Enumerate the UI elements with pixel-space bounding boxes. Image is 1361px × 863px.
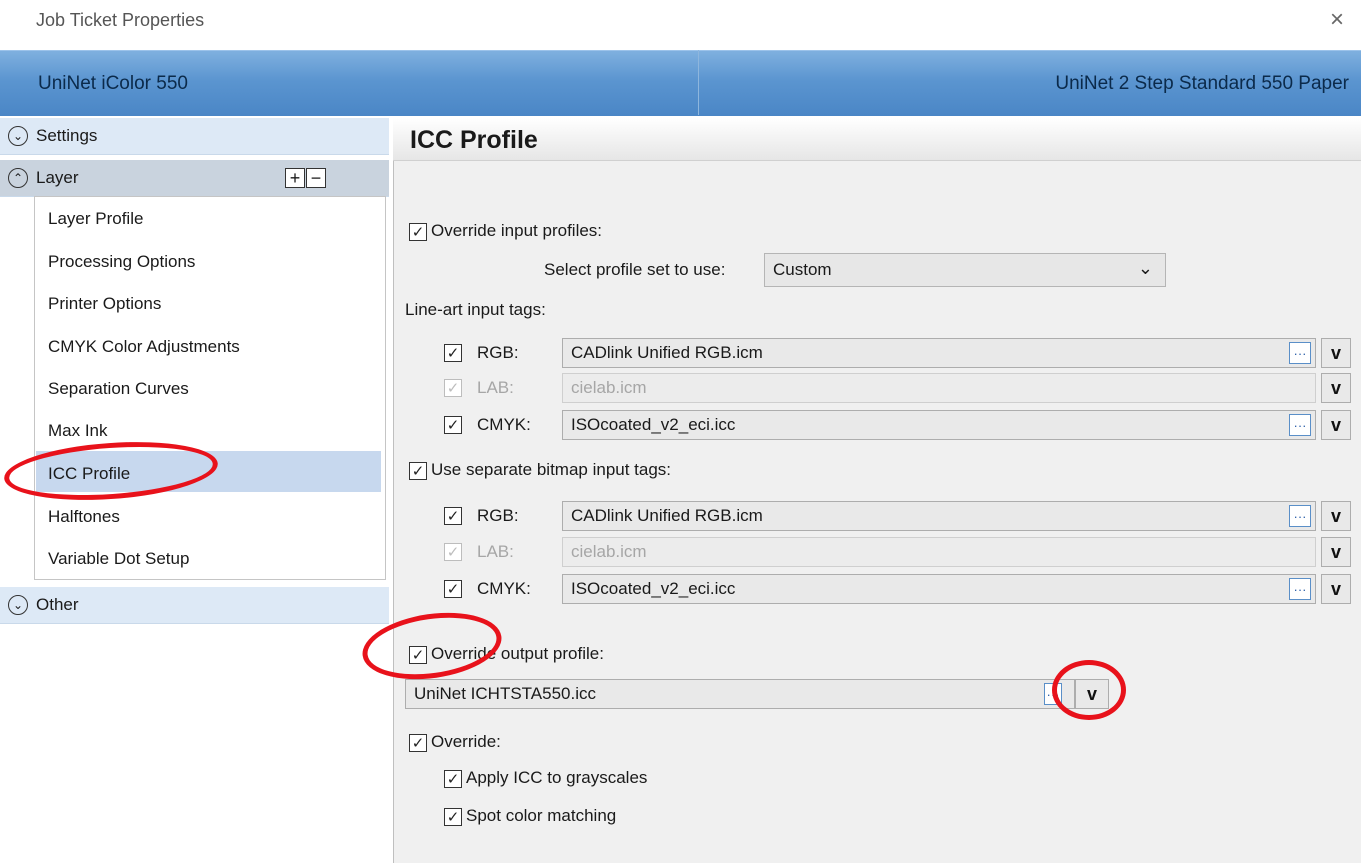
lineart-lab-value: cielab.icm [571, 378, 647, 397]
nav-item-printer-options[interactable]: Printer Options [48, 294, 161, 314]
bitmap-rgb-checkbox[interactable]: ✓ [444, 507, 462, 525]
lineart-cmyk-dropdown-button[interactable]: v [1321, 410, 1351, 440]
bitmap-cmyk-tag: CMYK: [477, 579, 531, 598]
chevron-down-circle-icon: ⌄ [8, 126, 28, 146]
bitmap-cmyk-checkbox[interactable]: ✓ [444, 580, 462, 598]
override-output-checkbox[interactable]: ✓ [409, 646, 427, 664]
output-profile-value: UniNet ICHTSTA550.icc [414, 684, 597, 703]
nav-group-other[interactable]: ⌄ Other [0, 587, 389, 624]
output-profile-field[interactable]: UniNet ICHTSTA550.icc [405, 679, 1075, 709]
close-icon[interactable]: × [1330, 6, 1344, 34]
nav-item-separation-curves[interactable]: Separation Curves [48, 379, 189, 399]
profile-set-select[interactable]: Custom ⌄ [764, 253, 1166, 287]
nav-other-label: Other [36, 595, 79, 614]
bitmap-lab-tag: LAB: [477, 542, 514, 561]
lineart-lab-checkbox[interactable]: ✓ [444, 379, 462, 397]
nav-settings-label: Settings [36, 126, 98, 145]
override-output-label: Override output profile: [431, 644, 604, 663]
nav-item-processing-options[interactable]: Processing Options [48, 252, 195, 272]
lineart-rgb-field[interactable]: CADlink Unified RGB.icm [562, 338, 1316, 368]
nav-item-halftones[interactable]: Halftones [48, 507, 120, 527]
spot-color-matching-checkbox[interactable]: ✓ [444, 808, 462, 826]
bitmap-rgb-dropdown-button[interactable]: v [1321, 501, 1351, 531]
bitmap-rgb-browse-button[interactable]: ··· [1289, 505, 1311, 527]
nav-item-layer-profile[interactable]: Layer Profile [48, 209, 143, 229]
page-title: ICC Profile [410, 126, 538, 154]
output-profile-browse-button[interactable]: ··· [1044, 683, 1062, 705]
lineart-cmyk-value: ISOcoated_v2_eci.icc [571, 415, 736, 434]
nav-group-settings[interactable]: ⌄ Settings [0, 118, 389, 155]
lineart-rgb-checkbox[interactable]: ✓ [444, 344, 462, 362]
lineart-cmyk-field[interactable]: ISOcoated_v2_eci.icc [562, 410, 1316, 440]
lineart-cmyk-tag: CMYK: [477, 415, 531, 434]
bitmap-rgb-value: CADlink Unified RGB.icm [571, 506, 763, 525]
lineart-rgb-tag: RGB: [477, 343, 519, 362]
remove-layer-button[interactable]: − [306, 168, 326, 188]
chevron-down-icon: ⌄ [1137, 258, 1153, 278]
window-title: Job Ticket Properties [36, 10, 205, 30]
printer-name[interactable]: UniNet iColor 550 [38, 73, 188, 95]
bitmap-lab-dropdown-button[interactable]: v [1321, 537, 1351, 567]
apply-icc-grayscales-label: Apply ICC to grayscales [466, 768, 648, 787]
lineart-cmyk-browse-button[interactable]: ··· [1289, 414, 1311, 436]
spot-color-matching-label: Spot color matching [466, 806, 617, 825]
profile-name[interactable]: UniNet 2 Step Standard 550 Paper [1055, 73, 1349, 95]
bitmap-rgb-field[interactable]: CADlink Unified RGB.icm [562, 501, 1316, 531]
lineart-lab-dropdown-button[interactable]: v [1321, 373, 1351, 403]
bitmap-cmyk-field[interactable]: ISOcoated_v2_eci.icc [562, 574, 1316, 604]
override-checkbox[interactable]: ✓ [409, 734, 427, 752]
panel-title-bar [393, 118, 1361, 161]
lineart-tags-label: Line-art input tags: [405, 300, 546, 319]
chevron-up-circle-icon: ⌃ [8, 168, 28, 188]
lineart-rgb-value: CADlink Unified RGB.icm [571, 343, 763, 362]
bitmap-cmyk-browse-button[interactable]: ··· [1289, 578, 1311, 600]
override-label: Override: [431, 732, 501, 751]
bitmap-cmyk-value: ISOcoated_v2_eci.icc [571, 579, 736, 598]
profile-set-label: Select profile set to use: [544, 260, 726, 279]
header-divider [698, 50, 699, 115]
chevron-down-circle-icon: ⌄ [8, 595, 28, 615]
nav-item-variable-dot-setup[interactable]: Variable Dot Setup [48, 549, 189, 569]
bitmap-tags-checkbox[interactable]: ✓ [409, 462, 427, 480]
lineart-lab-tag: LAB: [477, 378, 514, 397]
lineart-lab-field[interactable]: cielab.icm [562, 373, 1316, 403]
nav-item-cmyk-color-adjustments[interactable]: CMYK Color Adjustments [48, 337, 240, 357]
apply-icc-grayscales-checkbox[interactable]: ✓ [444, 770, 462, 788]
nav-item-icc-profile[interactable]: ICC Profile [48, 464, 130, 484]
bitmap-rgb-tag: RGB: [477, 506, 519, 525]
profile-set-value: Custom [773, 260, 832, 279]
lineart-cmyk-checkbox[interactable]: ✓ [444, 416, 462, 434]
lineart-rgb-browse-button[interactable]: ··· [1289, 342, 1311, 364]
bitmap-tags-label: Use separate bitmap input tags: [431, 460, 672, 479]
bitmap-lab-checkbox[interactable]: ✓ [444, 543, 462, 561]
output-profile-dropdown-button[interactable]: v [1075, 679, 1109, 709]
override-input-checkbox[interactable]: ✓ [409, 223, 427, 241]
lineart-rgb-dropdown-button[interactable]: v [1321, 338, 1351, 368]
bitmap-cmyk-dropdown-button[interactable]: v [1321, 574, 1351, 604]
nav-group-layer[interactable]: ⌃ Layer + − [0, 160, 389, 197]
bitmap-lab-value: cielab.icm [571, 542, 647, 561]
override-input-label: Override input profiles: [431, 221, 603, 240]
nav-item-max-ink[interactable]: Max Ink [48, 421, 108, 441]
bitmap-lab-field[interactable]: cielab.icm [562, 537, 1316, 567]
add-layer-button[interactable]: + [285, 168, 305, 188]
nav-layer-label: Layer [36, 168, 79, 187]
